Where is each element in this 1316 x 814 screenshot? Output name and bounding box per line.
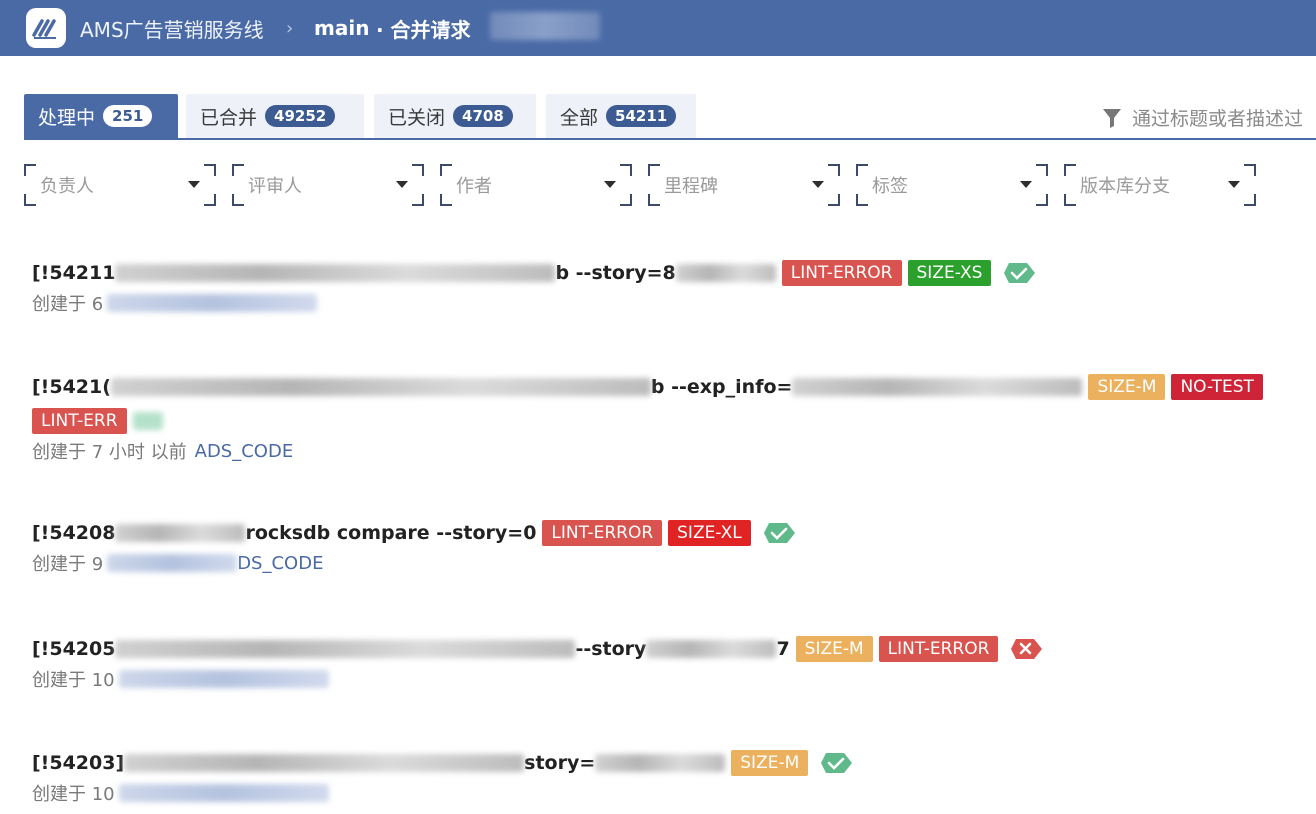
blurred-title	[595, 754, 726, 772]
app-name-link[interactable]: AMS广告营销服务线	[80, 0, 264, 56]
branch-filter-dropdown[interactable]: 版本库分支	[1064, 164, 1256, 206]
top-header: AMS广告营销服务线 › main · 合并请求	[0, 0, 1316, 56]
mr-id[interactable]: [!54203]	[32, 752, 124, 774]
mr-title-text[interactable]: b --exp_info=	[651, 376, 793, 398]
mr-created-text: 创建于 6	[32, 294, 104, 315]
logo-icon	[32, 19, 56, 39]
label-size-m[interactable]: SIZE-M	[731, 750, 809, 776]
tabs-underline	[24, 138, 1316, 140]
dropdown-placeholder: 标签	[872, 176, 908, 197]
blurred-title	[110, 378, 651, 396]
mr-created-text: 创建于 10	[32, 670, 115, 691]
merge-request-item[interactable]: [!5421( b --exp_info= SIZE-M NO-TEST LIN…	[32, 372, 1263, 464]
chevron-down-icon	[1020, 181, 1032, 188]
branch-name[interactable]: main	[314, 0, 369, 56]
chevron-down-icon	[812, 181, 824, 188]
dropdown-placeholder: 版本库分支	[1080, 176, 1170, 197]
mr-title-text[interactable]: rocksdb compare --story=0	[245, 522, 536, 544]
label-size-m[interactable]: SIZE-M	[795, 636, 873, 662]
dropdown-placeholder: 作者	[456, 176, 492, 197]
project-link[interactable]: ADS_CODE	[195, 441, 294, 462]
page-title: · 合并请求	[376, 17, 471, 42]
author-filter-dropdown[interactable]: 作者	[440, 164, 632, 206]
chevron-down-icon	[604, 181, 616, 188]
merge-request-item[interactable]: [!54208 rocksdb compare --story=0 LINT-E…	[32, 518, 797, 576]
mr-title-text[interactable]: b --story=8	[555, 262, 675, 284]
tab-count-badge: 49252	[265, 105, 336, 127]
mr-title-suffix[interactable]: 7	[776, 638, 789, 660]
blurred-title	[115, 524, 246, 542]
tab-label: 全部	[560, 106, 599, 129]
app-logo[interactable]	[26, 8, 66, 48]
tab-label: 已合并	[200, 106, 258, 129]
pipeline-failed-icon[interactable]	[1010, 638, 1044, 660]
blurred-title	[675, 264, 776, 282]
blurred-title	[115, 264, 556, 282]
tab-label: 处理中	[38, 106, 96, 129]
blurred-title	[115, 640, 576, 658]
blurred-meta	[118, 670, 329, 688]
label-lint-error[interactable]: LINT-ERROR	[542, 520, 663, 546]
label-lint-error[interactable]: LINT-ERROR	[878, 636, 999, 662]
blurred-title	[124, 754, 525, 772]
blurred-title	[646, 640, 777, 658]
tab-count-badge: 4708	[453, 105, 513, 127]
blurred-title	[792, 378, 1083, 396]
assignee-filter-dropdown[interactable]: 负责人	[24, 164, 216, 206]
tab-label: 已关闭	[388, 106, 446, 129]
label-size-xs[interactable]: SIZE-XS	[907, 260, 992, 286]
mr-id[interactable]: [!5421(	[32, 376, 111, 398]
blurred-meta	[107, 294, 318, 312]
chevron-down-icon	[1228, 181, 1240, 188]
tab-merged[interactable]: 已合并 49252	[186, 94, 364, 138]
mr-title-text[interactable]: story=	[524, 752, 595, 774]
dropdown-placeholder: 里程碑	[664, 176, 718, 197]
blurred-status	[132, 412, 163, 430]
mr-created-text: 创建于 10	[32, 784, 115, 805]
tab-count-badge: 251	[103, 105, 153, 127]
chevron-down-icon	[396, 181, 408, 188]
tab-in-progress[interactable]: 处理中 251	[24, 94, 178, 138]
label-size-m[interactable]: SIZE-M	[1088, 374, 1166, 400]
tab-all[interactable]: 全部 54211	[546, 94, 696, 138]
merge-request-item[interactable]: [!54205 --story 7 SIZE-M LINT-ERROR 创建于 …	[32, 634, 1044, 692]
tab-count-badge: 54211	[606, 105, 677, 127]
label-size-xl[interactable]: SIZE-XL	[668, 520, 751, 546]
search-placeholder: 通过标题或者描述过	[1132, 108, 1304, 130]
chevron-down-icon	[188, 181, 200, 188]
tab-closed[interactable]: 已关闭 4708	[374, 94, 536, 138]
dropdown-placeholder: 负责人	[40, 176, 94, 197]
search-filter-input[interactable]: 通过标题或者描述过	[1102, 104, 1303, 131]
mr-id[interactable]: [!54205	[32, 638, 115, 660]
mr-created-text: 创建于 7 小时 以前	[32, 442, 187, 463]
filter-icon	[1103, 108, 1121, 128]
pipeline-success-icon[interactable]	[820, 752, 854, 774]
mr-title-text[interactable]: --story	[575, 638, 646, 660]
blurred-meta	[118, 784, 329, 802]
label-lint-error[interactable]: LINT-ERR	[32, 408, 127, 434]
label-filter-dropdown[interactable]: 标签	[856, 164, 1048, 206]
pipeline-success-icon[interactable]	[1003, 262, 1037, 284]
milestone-filter-dropdown[interactable]: 里程碑	[648, 164, 840, 206]
merge-request-item[interactable]: [!54203] story= SIZE-M 创建于 10	[32, 748, 854, 806]
reviewer-filter-dropdown[interactable]: 评审人	[232, 164, 424, 206]
merge-request-item[interactable]: [!54211 b --story=8 LINT-ERROR SIZE-XS 创…	[32, 258, 1037, 316]
label-lint-error[interactable]: LINT-ERROR	[781, 260, 902, 286]
blurred-header-content	[490, 12, 600, 40]
pipeline-success-icon[interactable]	[763, 522, 797, 544]
breadcrumb-separator: ›	[286, 17, 294, 39]
mr-created-text: 创建于 9	[32, 554, 104, 575]
mr-id[interactable]: [!54208	[32, 522, 115, 544]
label-no-test[interactable]: NO-TEST	[1171, 374, 1263, 400]
dropdown-placeholder: 评审人	[248, 176, 302, 197]
project-link[interactable]: DS_CODE	[237, 553, 323, 574]
mr-id[interactable]: [!54211	[32, 262, 115, 284]
blurred-meta	[107, 554, 238, 572]
